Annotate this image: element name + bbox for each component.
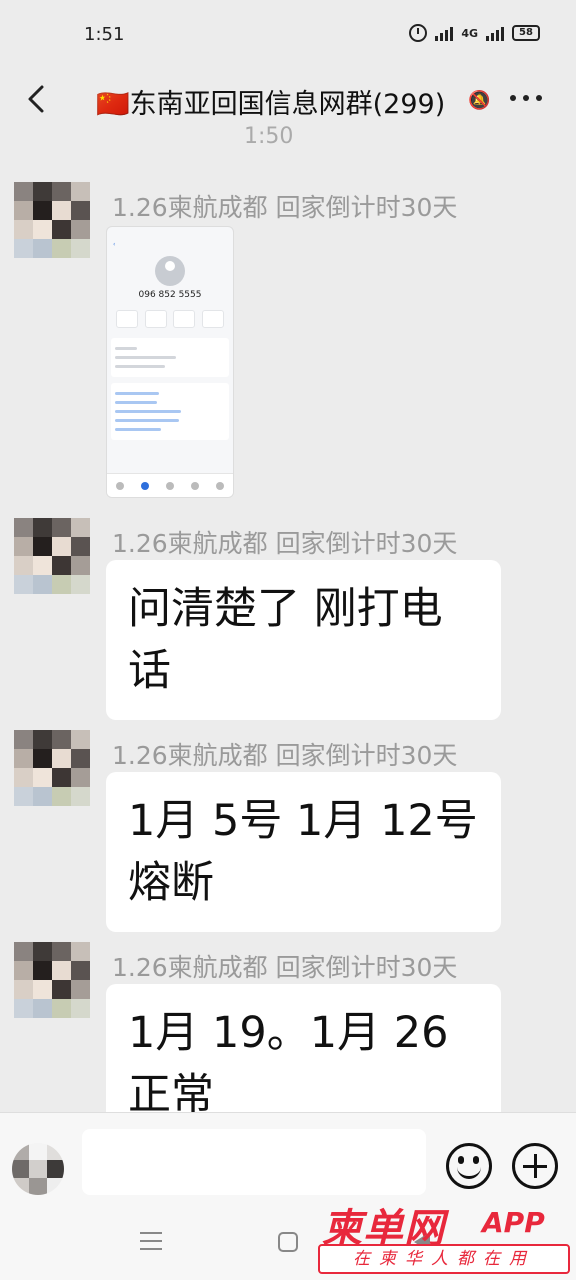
screenshot-call-log <box>111 338 229 377</box>
message-bubble[interactable]: 1月 5号 1月 12号熔断 <box>106 772 501 932</box>
emoji-icon[interactable] <box>446 1143 492 1189</box>
recent-apps-icon[interactable] <box>140 1232 162 1250</box>
message-timestamp: 1:50 <box>244 124 294 149</box>
sender-avatar[interactable] <box>14 730 90 806</box>
screenshot-contact-options <box>111 383 229 440</box>
message-bubble[interactable]: 问清楚了 刚打电话 <box>106 560 501 720</box>
alarm-icon <box>409 24 428 42</box>
screenshot-back-link: ‹ <box>113 241 116 248</box>
voice-toggle-icon[interactable] <box>12 1143 64 1195</box>
screenshot-contact-avatar <box>155 256 185 286</box>
battery-icon: 58 <box>512 25 540 41</box>
message-input[interactable] <box>82 1129 426 1195</box>
sender-avatar[interactable] <box>14 182 90 258</box>
screenshot-tab-bar <box>107 473 233 497</box>
chat-title[interactable]: 🇨🇳东南亚回国信息网群(299) <box>96 82 445 121</box>
status-icons: 4G 58 <box>409 24 540 42</box>
watermark-slogan: 在柬华人都在用 <box>318 1244 570 1274</box>
watermark-logo: 柬单网 APP 在柬华人都在用 <box>316 1196 572 1280</box>
sender-avatar[interactable] <box>14 518 90 594</box>
chat-header: 🇨🇳东南亚回国信息网群(299) 🔕 <box>0 70 576 130</box>
sender-name: 1.26柬航成都 回家倒计时30天 <box>112 953 458 982</box>
china-flag-icon: 🇨🇳 <box>96 89 130 120</box>
status-time: 1:51 <box>84 24 125 45</box>
watermark-app-label: APP <box>482 1206 545 1239</box>
network-type-label: 4G <box>461 26 478 40</box>
sender-avatar[interactable] <box>14 942 90 1018</box>
more-options-icon[interactable] <box>510 88 546 108</box>
home-icon[interactable] <box>278 1232 298 1252</box>
message-input-bar <box>0 1112 576 1206</box>
signal-icon <box>435 25 454 41</box>
back-arrow-icon[interactable] <box>22 84 52 114</box>
screenshot-status-bar <box>107 227 233 241</box>
signal-icon-2 <box>486 25 504 41</box>
status-bar: 1:51 4G 58 <box>0 0 576 70</box>
mute-bell-icon: 🔕 <box>468 90 491 111</box>
sender-name: 1.26柬航成都 回家倒计时30天 <box>112 741 458 770</box>
chat-title-text: 东南亚回国信息网群(299) <box>129 89 446 120</box>
screenshot-phone-number: 096 852 5555 <box>138 290 202 300</box>
add-attachment-icon[interactable] <box>512 1143 558 1189</box>
screenshot-action-buttons <box>107 306 233 332</box>
sender-name: 1.26柬航成都 回家倒计时30天 <box>112 193 458 222</box>
image-message[interactable]: ‹ 096 852 5555 <box>106 226 234 498</box>
sender-name: 1.26柬航成都 回家倒计时30天 <box>112 529 458 558</box>
